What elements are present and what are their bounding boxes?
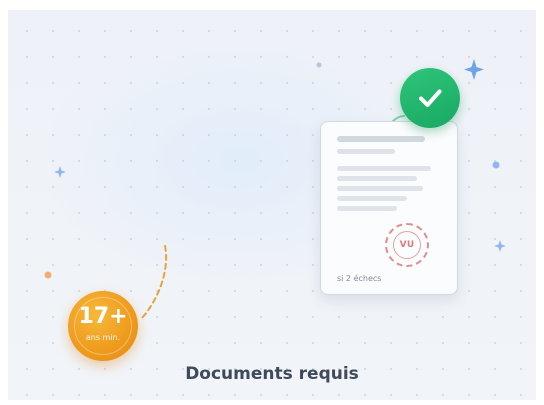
- dashed-arc: [141, 245, 168, 319]
- document-line: [337, 136, 425, 142]
- decor-dot: [316, 62, 322, 68]
- document-note: si 2 échecs: [337, 274, 382, 283]
- age-value: 17+: [78, 304, 128, 329]
- age-badge: 17+ ans min.: [68, 291, 138, 361]
- decor-dot: [44, 271, 52, 279]
- document-line: [337, 149, 395, 154]
- document-line: [337, 206, 397, 211]
- document-line: [337, 186, 423, 191]
- document-line: [337, 176, 417, 181]
- document-card: VU si 2 échecs: [320, 121, 458, 295]
- age-caption: ans min.: [85, 333, 121, 342]
- decor-dot: [492, 161, 500, 169]
- sparkle-icon: [464, 59, 484, 80]
- checkmark-glyph: [419, 89, 442, 107]
- illustration-stage: VU si 2 échecs 17+ ans min. Documents re…: [8, 10, 536, 400]
- checkmark-icon: [400, 68, 460, 128]
- document-line: [337, 196, 407, 201]
- sparkle-icon: [54, 166, 66, 178]
- section-title: Documents requis: [185, 364, 359, 384]
- document-line: [337, 166, 431, 171]
- sparkle-icon: [494, 240, 506, 252]
- stamp-text: VU: [393, 231, 421, 259]
- stamp-icon: VU: [385, 223, 429, 267]
